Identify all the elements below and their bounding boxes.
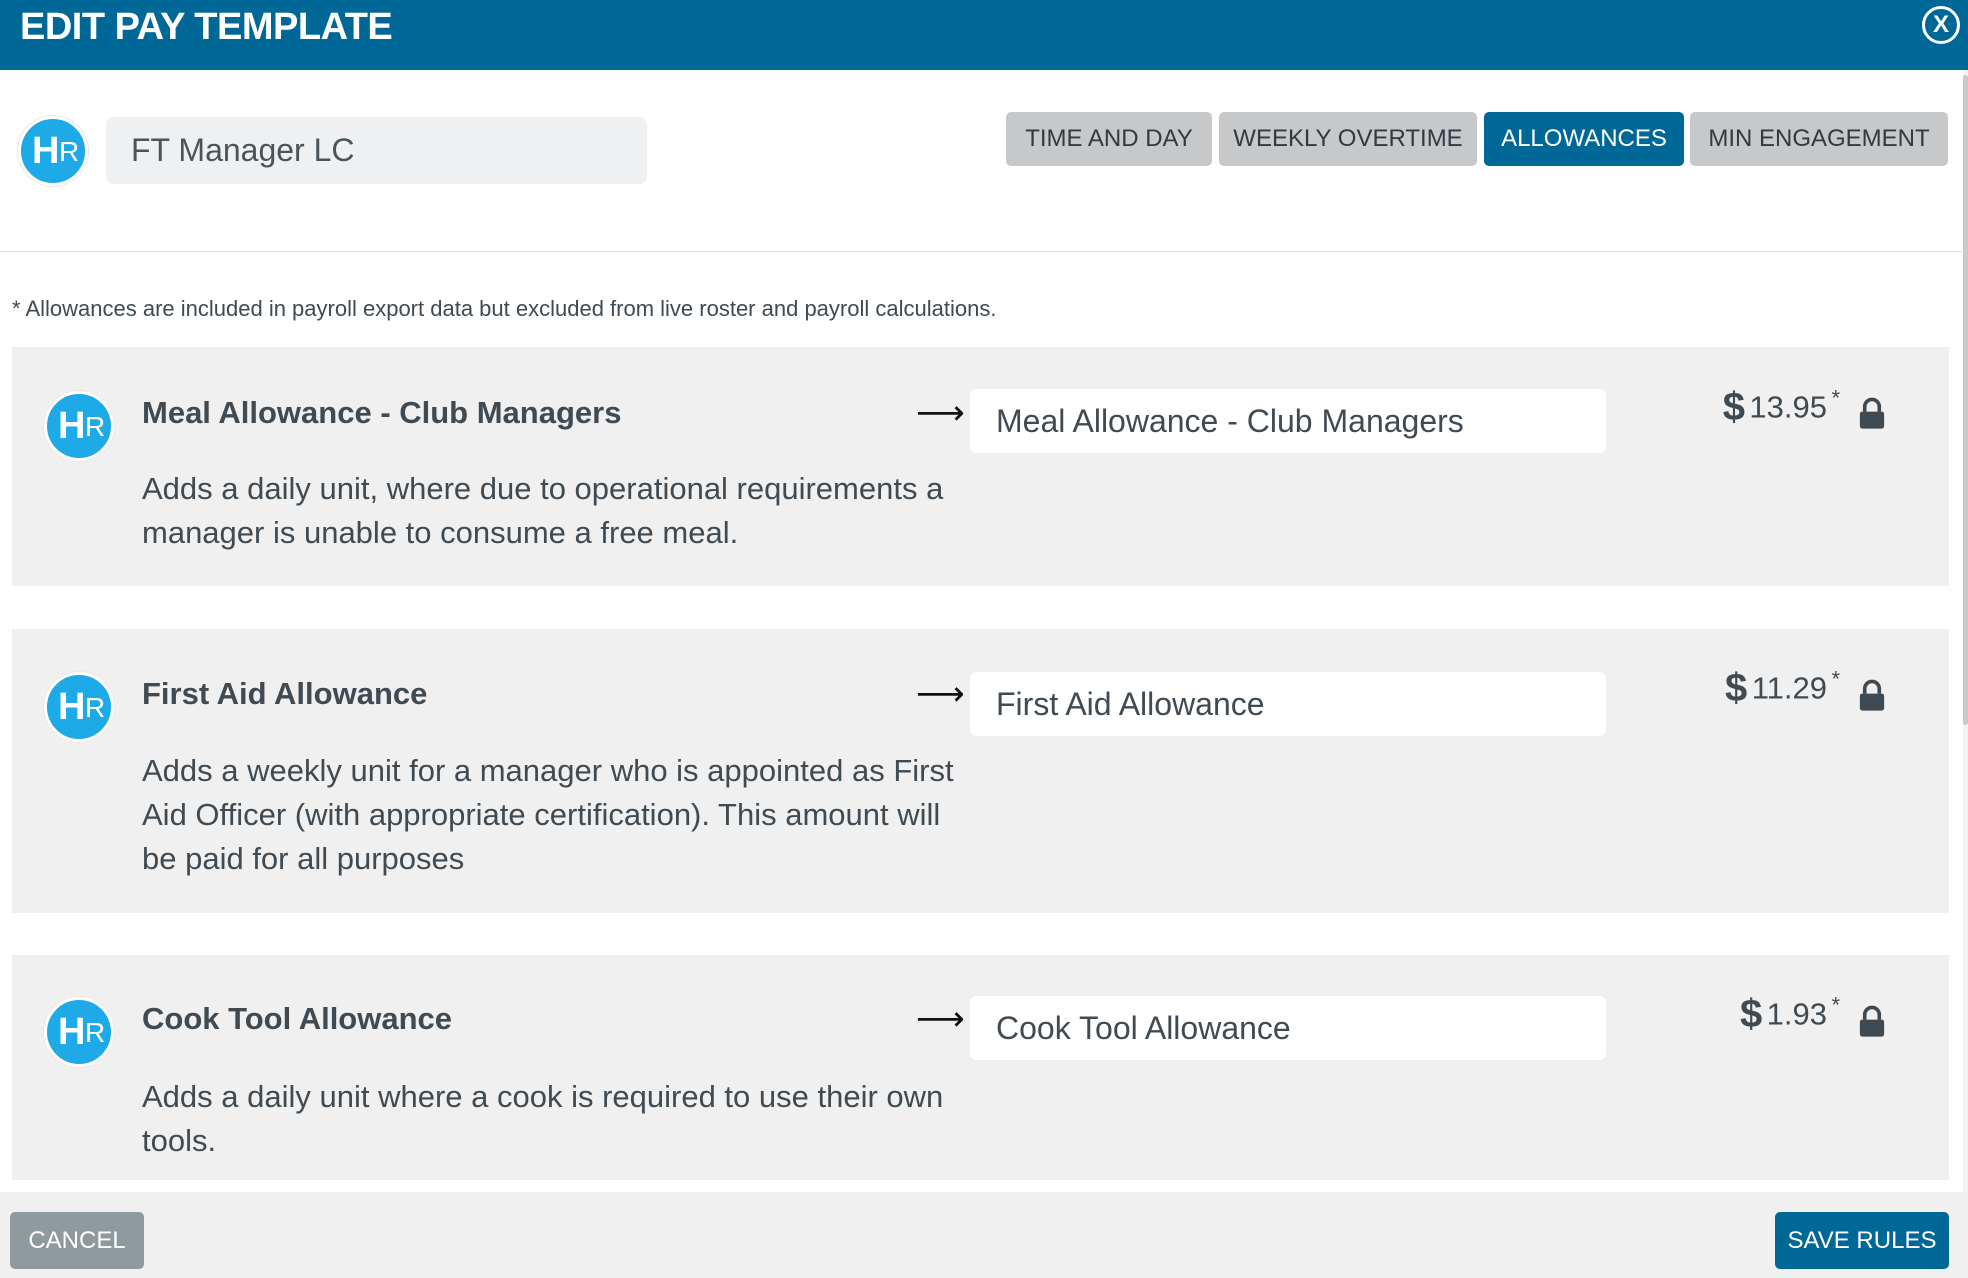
cancel-button[interactable]: CANCEL — [10, 1212, 144, 1269]
hr-logo-icon: H R — [18, 116, 88, 186]
allowance-description: Adds a weekly unit for a manager who is … — [142, 753, 954, 876]
currency-symbol: $ — [1722, 385, 1745, 429]
hr-logo-icon: H R — [44, 391, 114, 461]
modal-title: EDIT PAY TEMPLATE — [20, 6, 393, 48]
tab-weekly-overtime[interactable]: WEEKLY OVERTIME — [1219, 112, 1477, 166]
tab-allowances[interactable]: ALLOWANCES — [1484, 112, 1684, 166]
allowance-amount: $ 13.95 * — [1723, 385, 1840, 430]
lock-icon — [1859, 1005, 1885, 1037]
template-name-input[interactable] — [106, 117, 647, 184]
hr-logo-icon: H R — [44, 997, 114, 1067]
allowance-description: Adds a daily unit, where due to operatio… — [142, 471, 944, 550]
allowance-amount: $ 11.29 * — [1725, 666, 1840, 711]
lock-icon — [1859, 397, 1885, 429]
section-divider — [0, 251, 1962, 252]
tab-time-and-day[interactable]: TIME AND DAY — [1006, 112, 1212, 166]
amount-value: 11.29 — [1751, 670, 1827, 706]
amount-marker: * — [1831, 992, 1840, 1018]
allowance-title: Cook Tool Allowance — [142, 1001, 453, 1036]
allowance-export-name-input[interactable] — [970, 996, 1606, 1060]
lock-icon — [1859, 679, 1885, 711]
tab-min-engagement[interactable]: MIN ENGAGEMENT — [1690, 112, 1948, 166]
allowance-card-meal: H R Meal Allowance - Club Managers Adds … — [12, 347, 1949, 586]
modal-footer — [0, 1192, 1968, 1278]
right-arrow-icon: ⟶ — [916, 1000, 965, 1038]
allowance-title: First Aid Allowance — [142, 676, 428, 711]
right-arrow-icon: ⟶ — [916, 394, 965, 432]
scrollbar-thumb[interactable] — [1963, 75, 1968, 725]
currency-symbol: $ — [1725, 666, 1748, 710]
right-arrow-icon: ⟶ — [916, 675, 965, 713]
allowance-card-cook-tool: H R Cook Tool Allowance Adds a daily uni… — [12, 955, 1949, 1180]
allowance-title: Meal Allowance - Club Managers — [142, 395, 622, 430]
allowance-description: Adds a daily unit where a cook is requir… — [142, 1079, 944, 1158]
allowances-note: * Allowances are included in payroll exp… — [12, 296, 997, 321]
modal-header: EDIT PAY TEMPLATE X — [0, 0, 1968, 70]
amount-marker: * — [1831, 385, 1840, 411]
allowance-amount: $ 1.93 * — [1740, 992, 1840, 1037]
allowance-export-name-input[interactable] — [970, 672, 1606, 736]
amount-marker: * — [1831, 666, 1840, 692]
allowance-card-first-aid: H R First Aid Allowance Adds a weekly un… — [12, 629, 1949, 913]
close-icon[interactable]: X — [1922, 6, 1960, 44]
hr-logo-icon: H R — [44, 672, 114, 742]
amount-value: 1.93 — [1766, 996, 1827, 1032]
amount-value: 13.95 — [1749, 389, 1827, 425]
allowance-export-name-input[interactable] — [970, 389, 1606, 453]
currency-symbol: $ — [1739, 992, 1763, 1036]
save-rules-button[interactable]: SAVE RULES — [1775, 1212, 1949, 1269]
